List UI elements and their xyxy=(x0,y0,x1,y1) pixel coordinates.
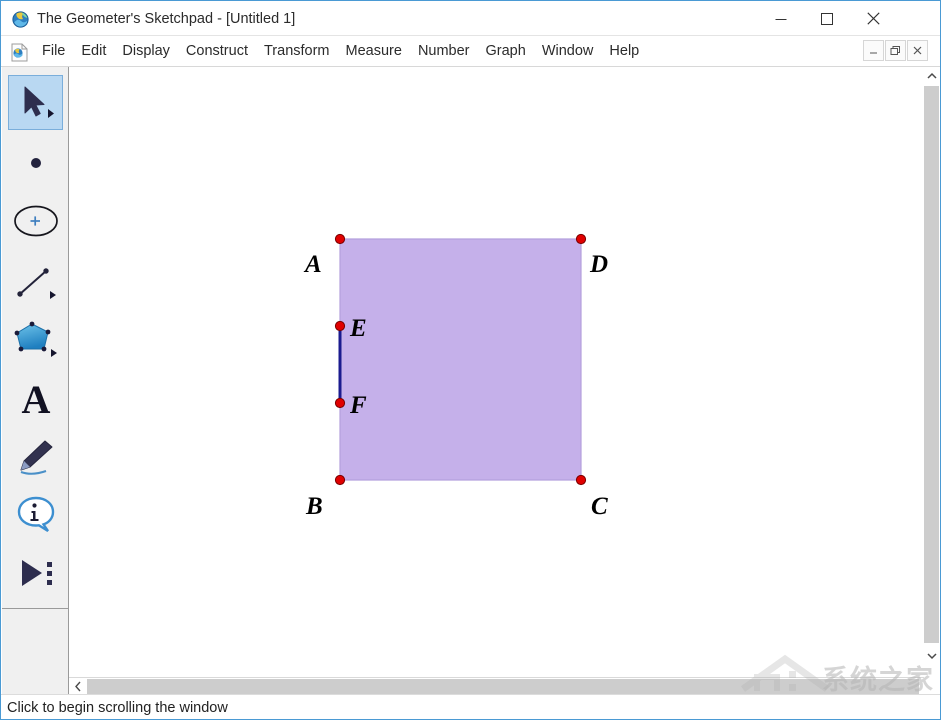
menu-item-file[interactable]: File xyxy=(34,36,73,67)
menu-bar: File Edit Display Construct Transform Me… xyxy=(1,36,940,67)
menu-item-edit[interactable]: Edit xyxy=(73,36,114,67)
information-tool[interactable] xyxy=(8,487,63,542)
title-bar: The Geometer's Sketchpad - [Untitled 1] xyxy=(1,0,940,36)
tool-palette: A xyxy=(2,67,69,677)
sketch-canvas[interactable]: A D B C E F xyxy=(69,67,924,664)
scroll-up-button[interactable] xyxy=(923,67,940,84)
toolbar-divider xyxy=(2,608,68,609)
menu-item-window[interactable]: Window xyxy=(534,36,602,67)
geometry-figure[interactable]: A D B C E F xyxy=(69,67,924,664)
scrollbar-corner xyxy=(2,677,69,694)
point-f[interactable] xyxy=(334,397,346,409)
menu-item-help[interactable]: Help xyxy=(601,36,647,67)
straightedge-tool[interactable] xyxy=(8,255,63,310)
status-message: Click to begin scrolling the window xyxy=(7,700,228,716)
sketchpad-window: The Geometer's Sketchpad - [Untitled 1] xyxy=(0,0,941,720)
point-tool[interactable] xyxy=(8,135,63,190)
menu-item-number[interactable]: Number xyxy=(410,36,478,67)
window-title: The Geometer's Sketchpad - [Untitled 1] xyxy=(37,11,296,27)
scroll-down-button[interactable] xyxy=(923,647,940,664)
point-a[interactable] xyxy=(334,233,346,245)
label-c[interactable]: C xyxy=(591,493,608,520)
marker-tool[interactable] xyxy=(8,429,63,484)
point-e[interactable] xyxy=(334,320,346,332)
custom-tool[interactable] xyxy=(8,545,63,600)
vertical-scroll-track[interactable] xyxy=(923,84,940,647)
vertical-scrollbar[interactable] xyxy=(922,67,940,664)
mdi-restore-button[interactable] xyxy=(885,40,906,61)
window-close-button[interactable] xyxy=(850,1,896,36)
sketchpad-globe-icon xyxy=(12,11,29,28)
label-d[interactable]: D xyxy=(589,251,608,278)
scroll-left-button[interactable] xyxy=(69,678,86,695)
label-a[interactable]: A xyxy=(303,251,322,278)
arrow-tool[interactable] xyxy=(8,75,63,130)
horizontal-scrollbar[interactable] xyxy=(69,677,924,695)
quadrilateral-abcd[interactable] xyxy=(339,238,582,481)
polygon-tool[interactable] xyxy=(8,313,63,368)
status-bar: Click to begin scrolling the window xyxy=(1,694,940,719)
point-b[interactable] xyxy=(334,474,346,486)
menu-item-transform[interactable]: Transform xyxy=(256,36,338,67)
menu-item-graph[interactable]: Graph xyxy=(478,36,534,67)
menu-item-display[interactable]: Display xyxy=(114,36,178,67)
mdi-minimize-button[interactable] xyxy=(863,40,884,61)
mdi-close-button[interactable] xyxy=(907,40,928,61)
label-e[interactable]: E xyxy=(349,315,367,342)
menu-item-construct[interactable]: Construct xyxy=(178,36,256,67)
label-f[interactable]: F xyxy=(349,392,367,419)
window-maximize-button[interactable] xyxy=(804,1,850,36)
vertical-scroll-thumb[interactable] xyxy=(924,86,939,643)
menu-item-measure[interactable]: Measure xyxy=(338,36,410,67)
document-icon xyxy=(11,43,28,62)
menu-items-list: File Edit Display Construct Transform Me… xyxy=(34,36,647,67)
point-d[interactable] xyxy=(575,233,587,245)
compass-tool[interactable] xyxy=(8,193,63,248)
point-c[interactable] xyxy=(575,474,587,486)
label-b[interactable]: B xyxy=(305,493,323,520)
svg-text:A: A xyxy=(21,377,50,421)
text-tool[interactable]: A xyxy=(8,371,63,426)
horizontal-scroll-thumb[interactable] xyxy=(87,679,919,694)
window-minimize-button[interactable] xyxy=(758,1,804,36)
